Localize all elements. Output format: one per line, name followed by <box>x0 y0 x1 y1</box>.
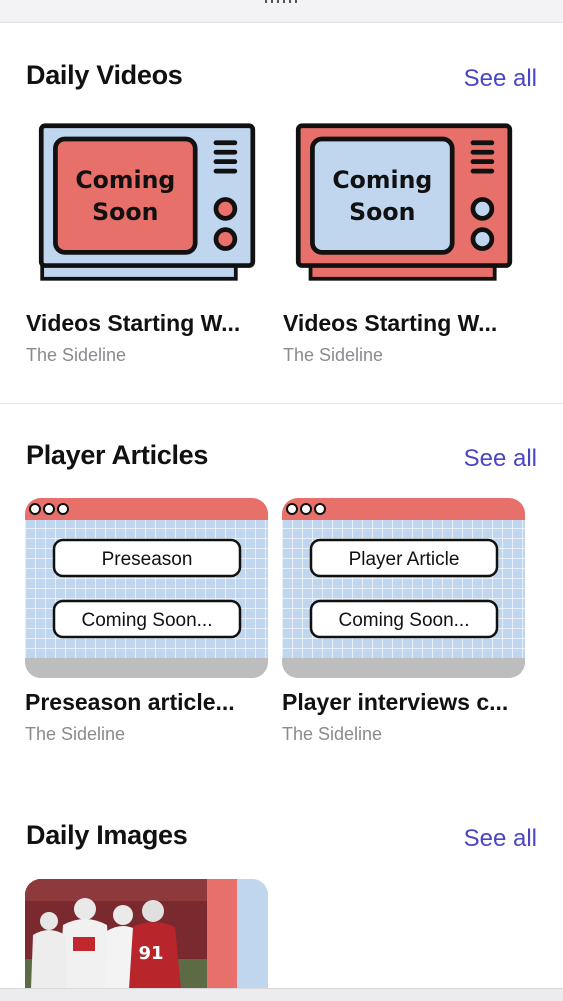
thumb-text-line2: Soon <box>349 198 415 226</box>
article-card[interactable]: Player Article Coming Soon... Player int… <box>282 498 525 748</box>
card-source: The Sideline <box>282 724 383 744</box>
card-source: The Sideline <box>26 345 127 365</box>
browser-window-thumbnail: Player Article Coming Soon... <box>282 498 525 678</box>
article-card[interactable]: Preseason Coming Soon... Preseason artic… <box>25 498 268 748</box>
thumb-label-bottom: Coming Soon... <box>339 610 470 631</box>
card-title: Videos Starting W... <box>283 310 498 336</box>
thumb-label-bottom: Coming Soon... <box>82 610 213 631</box>
status-indicator-icon <box>265 0 297 3</box>
bottom-bar <box>0 988 563 1001</box>
card-title: Preseason article... <box>25 689 235 715</box>
see-all-videos-link[interactable]: See all <box>464 65 537 93</box>
video-card[interactable]: Coming Soon Videos Starting W... The Sid… <box>283 122 526 372</box>
browser-window-thumbnail: Preseason Coming Soon... <box>25 498 268 678</box>
tv-thumbnail: Coming Soon <box>295 123 513 281</box>
image-card[interactable]: 91 <box>25 879 268 999</box>
section-title: Daily Videos <box>26 60 183 90</box>
card-title: Player interviews c... <box>282 689 509 715</box>
player-articles-section: Player Articles See all Preseason Coming… <box>0 404 563 784</box>
section-title: Player Articles <box>26 440 209 470</box>
video-card[interactable]: Coming Soon Videos Starting W... The Sid… <box>26 122 269 372</box>
thumb-text-line2: Soon <box>92 198 158 226</box>
thumb-text-line1: Coming <box>332 166 432 194</box>
thumb-label-top: Player Article <box>349 549 460 570</box>
jersey-number: 91 <box>138 943 163 964</box>
tv-thumbnail: Coming Soon <box>38 123 256 281</box>
card-source: The Sideline <box>283 345 384 365</box>
section-title: Daily Images <box>26 820 188 850</box>
football-photo-thumbnail: 91 <box>25 879 268 999</box>
thumb-label-top: Preseason <box>102 549 193 570</box>
daily-videos-section: Daily Videos See all Coming Soon Videos … <box>0 22 563 402</box>
top-status-bar <box>0 0 563 23</box>
see-all-images-link[interactable]: See all <box>464 825 537 853</box>
daily-images-section: Daily Images See all 91 <box>0 784 563 1000</box>
thumb-text-line1: Coming <box>75 166 175 194</box>
see-all-articles-link[interactable]: See all <box>464 445 537 473</box>
card-source: The Sideline <box>25 724 126 744</box>
card-title: Videos Starting W... <box>26 310 241 336</box>
